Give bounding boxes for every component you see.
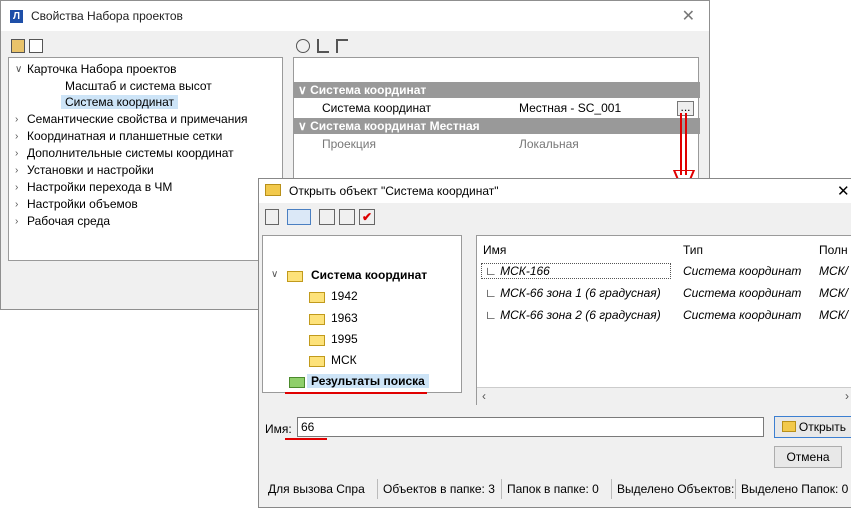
annotation-underline [285,392,427,394]
coord-system-icon: ∟ [485,264,501,278]
row-full: МСК/ [819,308,849,322]
chevron-right-icon[interactable]: › [15,148,18,159]
tree-item-coord-system[interactable]: Система координат [61,95,179,109]
column-header-full[interactable]: Полн [819,243,848,257]
close-icon[interactable]: ✕ [682,6,695,26]
tree-search-results[interactable]: Результаты поиска [307,374,429,388]
close-icon[interactable]: ✕ [837,182,850,200]
open-object-dialog: Открыть объект "Система координат" ✕ ✔ ∨… [258,178,851,508]
tree-item-settings[interactable]: Установки и настройки [27,163,154,177]
binoculars-icon[interactable] [339,209,355,225]
tree-folder-1995[interactable]: 1995 [331,332,358,346]
tree-root[interactable]: Система координат [311,268,427,282]
chevron-right-icon[interactable]: › [15,199,18,210]
prop-name: Проекция [322,137,376,151]
tree-item-semantic[interactable]: Семантические свойства и примечания [27,112,248,126]
folder-icon [309,292,325,303]
chevron-right-icon[interactable]: › [15,131,18,142]
group-header-coord[interactable]: ∨ Система координат [294,82,700,98]
tree-folder-msk[interactable]: МСК [331,353,357,367]
prop-row-projection: Проекция Локальная [294,136,700,152]
chevron-right-icon[interactable]: › [15,165,18,176]
row-full: МСК/ [819,286,849,300]
cancel-button[interactable]: Отмена [774,446,842,468]
tree-item-workspace[interactable]: Рабочая среда [27,214,110,228]
coord-system-icon: ∟ [485,286,501,300]
dialog-title: Открыть объект "Система координат" [289,184,499,198]
back-icon[interactable] [265,209,279,225]
row-name: МСК-66 зона 2 (6 градусная) [500,308,661,322]
status-bar: Для вызова Спра Объектов в папке: 3 Папо… [259,479,851,501]
scroll-right-icon[interactable]: › [845,389,849,403]
folder-icon [309,335,325,346]
folder-tree: ∨ Система координат 1942 1963 1995 МСК Р… [262,235,462,393]
status-selected-folders: Выделено Папок: 0 [735,479,851,499]
settings-tree: ∨ Карточка Набора проектов Масштаб и сис… [8,57,283,261]
view-mode-icon[interactable] [287,209,311,225]
status-hint: Для вызова Спра [268,482,365,496]
group-header-local[interactable]: ∨ Система координат Местная [294,118,700,134]
tree-item-transition[interactable]: Настройки перехода в ЧМ [27,180,172,194]
tree-folder-1963[interactable]: 1963 [331,311,358,325]
folder-icon [309,356,325,367]
column-header-type[interactable]: Тип [683,243,703,257]
name-input[interactable]: 66 [297,417,764,437]
row-name: МСК-166 [500,264,550,278]
horizontal-scrollbar[interactable]: ‹ › [477,387,851,405]
row-full: МСК/ [819,264,849,278]
scroll-left-icon[interactable]: ‹ [482,389,486,403]
checkmark-icon[interactable]: ✔ [359,209,375,225]
folder-icon [287,271,303,282]
tree-item-extra-coords[interactable]: Дополнительные системы координат [27,146,234,160]
chevron-right-icon[interactable]: › [15,182,18,193]
open-button[interactable]: Открыть [774,416,851,438]
object-list: Имя Тип Полн ∟ МСК-166 Система координат… [476,235,851,405]
tree-item-grids[interactable]: Координатная и планшетные сетки [27,129,222,143]
dialog-title-bar: Открыть объект "Система координат" ✕ [259,179,851,203]
chevron-down-icon[interactable]: ∨ [15,64,22,75]
expand-icon[interactable] [317,39,329,53]
table-row[interactable]: ∟ МСК-66 зона 1 (6 градусная) [485,286,661,300]
prop-value: Местная - SC_001 [519,101,622,115]
tree-item-volumes[interactable]: Настройки объемов [27,197,138,211]
column-header-name[interactable]: Имя [483,243,506,257]
table-row[interactable]: ∟ МСК-66 зона 2 (6 градусная) [485,308,661,322]
name-label: Имя: [265,422,292,436]
tree-item-card[interactable]: Карточка Набора проектов [27,62,177,76]
collapse-icon[interactable] [336,39,348,53]
open-folder-icon [781,421,796,432]
chevron-right-icon[interactable]: › [15,216,18,227]
open-folder-icon [265,184,281,196]
row-type: Система координат [683,286,802,300]
tree-item-scale[interactable]: Масштаб и система высот [65,79,212,93]
window-title: Свойства Набора проектов [31,9,183,23]
status-selected-objects: Выделено Объектов: 0 [611,479,735,499]
status-folders: Папок в папке: 0 [501,479,611,499]
folder-icon [309,314,325,325]
prop-value: Локальная [519,137,579,151]
group-title: Система координат [310,83,427,97]
annotation-arrow [680,113,687,175]
row-name: МСК-66 зона 1 (6 градусная) [500,286,661,300]
properties-icon[interactable] [11,39,25,53]
open-button-label: Открыть [798,420,847,434]
search-results-folder-icon [289,377,305,388]
sort-icon[interactable] [296,39,310,53]
table-row[interactable]: ∟ МСК-166 [485,264,550,278]
app-icon: Л [10,10,23,23]
annotation-underline [285,438,327,440]
prop-name: Система координат [322,101,432,115]
chevron-right-icon[interactable]: › [15,114,18,125]
row-type: Система координат [683,264,802,278]
group-title: Система координат Местная [310,119,480,133]
prop-row-coord[interactable]: Система координат Местная - SC_001 ... [294,100,700,116]
page-icon[interactable] [29,39,43,53]
coord-system-icon: ∟ [485,308,501,322]
chevron-down-icon[interactable]: ∨ [271,269,278,280]
row-type: Система координат [683,308,802,322]
details-icon[interactable] [319,209,335,225]
tree-folder-1942[interactable]: 1942 [331,289,358,303]
title-bar: Л Свойства Набора проектов ✕ [1,1,709,31]
status-objects: Объектов в папке: 3 [377,479,501,499]
